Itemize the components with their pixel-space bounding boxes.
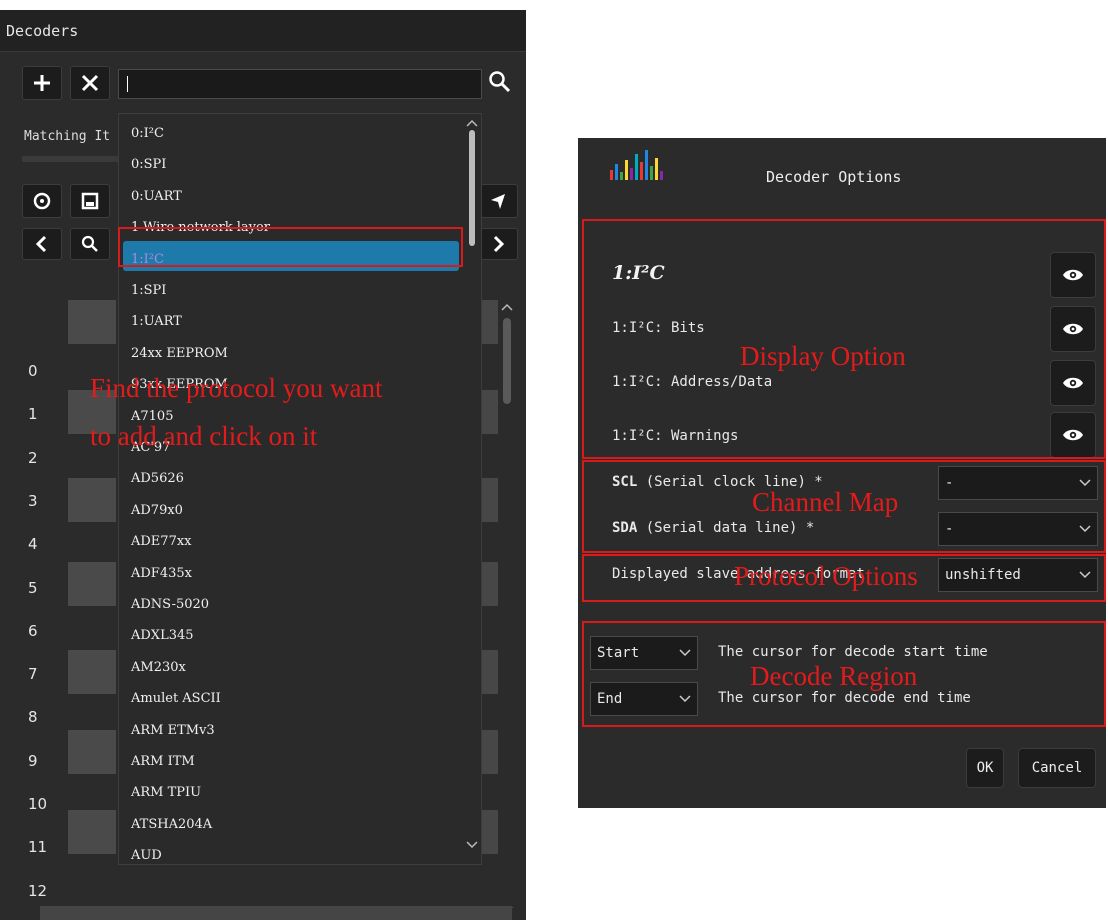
dropdown-item[interactable]: 0:UART bbox=[131, 183, 182, 211]
dropdown-item[interactable]: ARM ETMv3 bbox=[131, 717, 215, 745]
close-icon bbox=[81, 74, 99, 92]
logo-bar bbox=[615, 164, 618, 180]
plus-icon bbox=[34, 75, 50, 91]
find-protocol-annotation-line-1: Find the protocol you want bbox=[90, 373, 383, 403]
find-button[interactable] bbox=[70, 228, 110, 260]
navigate-icon bbox=[491, 194, 505, 209]
dropdown-item[interactable]: Amulet ASCII bbox=[131, 685, 221, 713]
logo-bar bbox=[655, 158, 658, 180]
row-thumbnail bbox=[68, 730, 116, 774]
dropdown-item[interactable]: ADNS-5020 bbox=[131, 591, 209, 619]
remove-decoder-button[interactable] bbox=[70, 66, 110, 100]
chevron-up-icon bbox=[501, 303, 513, 311]
logo-bar bbox=[610, 170, 613, 180]
cancel-button[interactable]: Cancel bbox=[1018, 748, 1096, 788]
row-thumbnail bbox=[68, 810, 116, 854]
horizontal-scrollbar[interactable] bbox=[40, 906, 512, 920]
row-thumbnail-right bbox=[482, 730, 498, 774]
dropdown-item[interactable]: 0:SPI bbox=[131, 151, 166, 179]
row-number: 4 bbox=[28, 535, 38, 554]
display-option-annotation-box bbox=[582, 219, 1106, 459]
row-number: 5 bbox=[28, 578, 38, 597]
row-thumbnail bbox=[68, 650, 116, 694]
logo-bar bbox=[645, 150, 648, 180]
save-button[interactable] bbox=[70, 184, 110, 218]
settings-button[interactable] bbox=[22, 184, 62, 218]
row-number: 3 bbox=[28, 491, 38, 510]
row-thumbnail-right bbox=[482, 390, 498, 434]
decode-region-annotation: Decode Region bbox=[750, 661, 918, 691]
chevron-left-icon bbox=[35, 235, 47, 253]
row-number: 12 bbox=[28, 881, 48, 900]
chevron-up-icon bbox=[466, 119, 478, 127]
jump-button[interactable] bbox=[478, 184, 518, 218]
chevron-right-icon bbox=[493, 235, 505, 253]
logo-bar bbox=[625, 160, 628, 180]
decoder-dropdown-list[interactable]: 0:I²C 0:SPI 0:UART 1-Wire network layer 1:I²… bbox=[118, 113, 482, 865]
row-number: 10 bbox=[28, 795, 48, 813]
ok-button[interactable]: OK bbox=[966, 748, 1004, 788]
logo-bar bbox=[620, 172, 623, 180]
row-thumbnail bbox=[68, 478, 116, 522]
dropdown-item[interactable]: AUD bbox=[131, 842, 162, 864]
logo-bar bbox=[630, 168, 633, 180]
channel-map-annotation: Channel Map bbox=[752, 487, 899, 517]
matching-items-label: Matching It bbox=[24, 129, 111, 144]
prev-button[interactable] bbox=[22, 228, 62, 260]
row-thumbnail-right bbox=[482, 810, 498, 854]
selected-item-annotation-box bbox=[118, 227, 463, 267]
protocol-options-annotation: Protocol Options bbox=[734, 561, 918, 591]
dropdown-item[interactable]: ATSHA204A bbox=[131, 811, 212, 839]
panel-title: Decoders bbox=[0, 10, 526, 52]
row-number: 7 bbox=[28, 665, 38, 684]
row-number: 8 bbox=[28, 708, 38, 727]
dropdown-item[interactable]: AD5626 bbox=[131, 465, 184, 493]
display-option-annotation: Display Option bbox=[740, 341, 906, 371]
row-thumbnail-right bbox=[482, 562, 498, 606]
row-thumbnail bbox=[68, 300, 116, 344]
row-thumbnail-right bbox=[482, 300, 498, 344]
dropdown-item[interactable]: ADXL345 bbox=[131, 622, 194, 650]
dropdown-item[interactable]: 0:I²C bbox=[131, 120, 164, 148]
row-number: 1 bbox=[28, 405, 38, 424]
search-icon[interactable] bbox=[486, 68, 514, 96]
dropdown-item[interactable]: 1:SPI bbox=[131, 277, 166, 305]
search-input[interactable] bbox=[118, 69, 482, 99]
row-number: 11 bbox=[28, 838, 48, 857]
dropdown-item[interactable]: ARM ITM bbox=[131, 748, 195, 776]
row-thumbnail-right bbox=[482, 478, 498, 522]
save-icon bbox=[81, 192, 99, 210]
dropdown-item[interactable]: AM230x bbox=[131, 654, 186, 682]
logo-bar bbox=[660, 171, 663, 180]
app-logo-icon bbox=[610, 150, 663, 180]
dropdown-item[interactable]: 1:UART bbox=[131, 308, 182, 336]
search-icon bbox=[81, 235, 98, 252]
dropdown-item[interactable]: 24xx EEPROM bbox=[131, 340, 228, 368]
row-number: 9 bbox=[28, 751, 38, 770]
divider bbox=[22, 156, 118, 162]
logo-bar bbox=[635, 154, 638, 180]
decoders-panel: Decoders Matching It 0 1 2 3 4 5 6 7 8 9 10 11 12 bbox=[0, 10, 526, 920]
row-number: 6 bbox=[28, 621, 38, 640]
dialog-title: Decoder Options bbox=[766, 168, 902, 186]
text-caret bbox=[127, 76, 128, 92]
dropdown-scroll-handle[interactable] bbox=[469, 130, 475, 246]
row-thumbnail-right bbox=[482, 650, 498, 694]
row-number: 0 bbox=[28, 362, 38, 380]
gear-icon bbox=[33, 192, 51, 210]
row-thumbnail bbox=[68, 562, 116, 606]
logo-bar bbox=[650, 166, 653, 180]
add-decoder-button[interactable] bbox=[22, 66, 62, 100]
dropdown-item[interactable]: AD79x0 bbox=[131, 497, 183, 525]
list-scroll-handle[interactable] bbox=[503, 318, 511, 404]
find-protocol-annotation-line-2: to add and click on it bbox=[90, 421, 318, 451]
next-button[interactable] bbox=[478, 228, 518, 260]
dropdown-item[interactable]: ARM TPIU bbox=[131, 779, 201, 807]
row-number: 2 bbox=[28, 448, 38, 467]
logo-bar bbox=[640, 162, 643, 180]
dropdown-item[interactable]: ADE77xx bbox=[131, 528, 192, 556]
dropdown-item[interactable]: ADF435x bbox=[131, 560, 192, 588]
chevron-down-icon bbox=[466, 841, 478, 849]
